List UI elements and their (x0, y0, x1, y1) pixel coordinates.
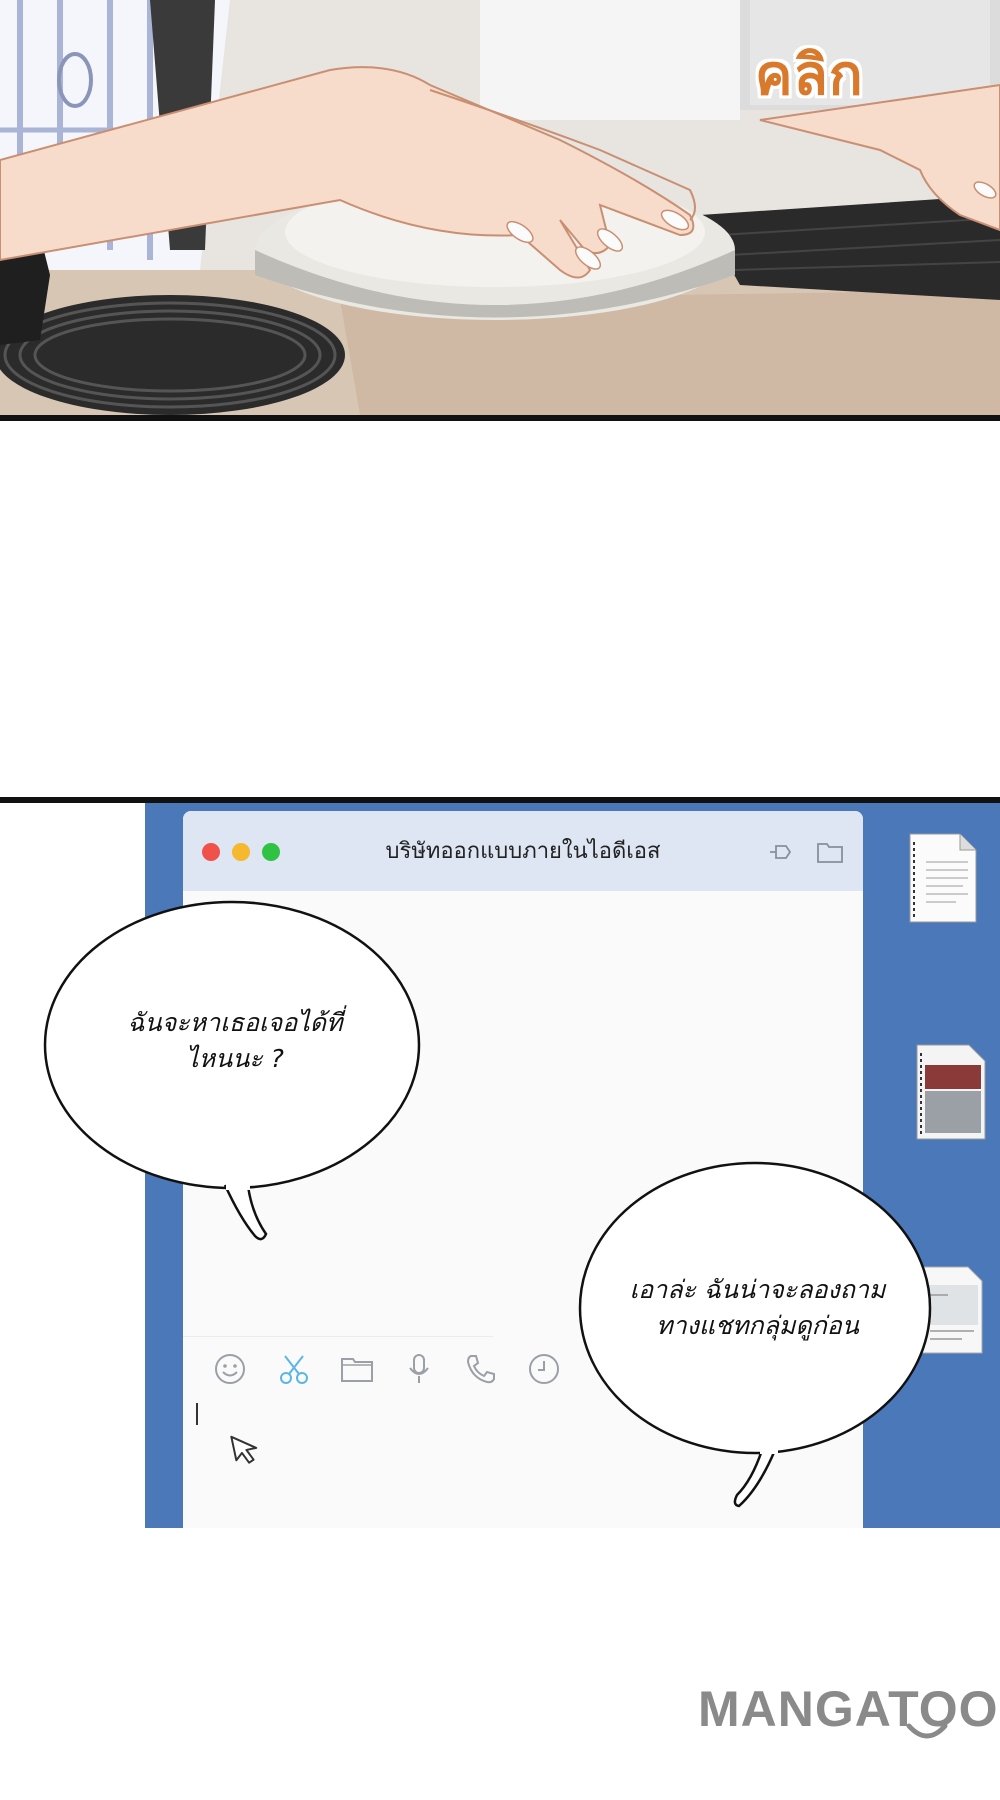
phone-icon[interactable] (464, 1352, 498, 1386)
mouse-pointer-icon (230, 1435, 258, 1464)
speech-line: ฉันจะหาเธอเจอได้ที่ (127, 1008, 343, 1037)
folder-icon[interactable] (816, 840, 844, 864)
chat-title: บริษัทออกแบบภายในไอดีเอส (385, 839, 661, 864)
panel-border (0, 415, 1000, 421)
speech-line: ทางแชทกลุ่มดูก่อน (656, 1311, 859, 1340)
clock-icon[interactable] (527, 1352, 561, 1386)
chat-title-bar: บริษัทออกแบบภายในไอดีเอส (183, 811, 863, 891)
toolbar-divider (183, 1336, 493, 1337)
watermark-smile-icon (906, 1723, 948, 1739)
emoji-icon[interactable] (213, 1352, 247, 1386)
speech-text-left: ฉันจะหาเธอเจอได้ที่ ไหนนะ ? (80, 1005, 390, 1077)
mangatoon-watermark: MANGATOON (698, 1681, 1000, 1737)
folder-icon[interactable] (340, 1352, 374, 1386)
hand-on-mouse-panel: คลิก (0, 0, 1000, 415)
click-sound-effect: คลิก (755, 43, 864, 108)
microphone-icon[interactable] (402, 1352, 436, 1386)
pin-icon[interactable] (768, 841, 794, 863)
speech-line: เอาล่ะ ฉันน่าจะลองถาม (629, 1275, 886, 1304)
document-icon[interactable] (908, 832, 978, 924)
speech-line: ไหนนะ ? (186, 1044, 284, 1073)
text-input-cursor[interactable] (196, 1403, 198, 1425)
scissors-icon[interactable] (277, 1352, 311, 1386)
document-icon[interactable] (915, 1043, 987, 1141)
speech-text-right: เอาล่ะ ฉันน่าจะลองถาม ทางแชทกลุ่มดูก่อน (600, 1272, 915, 1344)
